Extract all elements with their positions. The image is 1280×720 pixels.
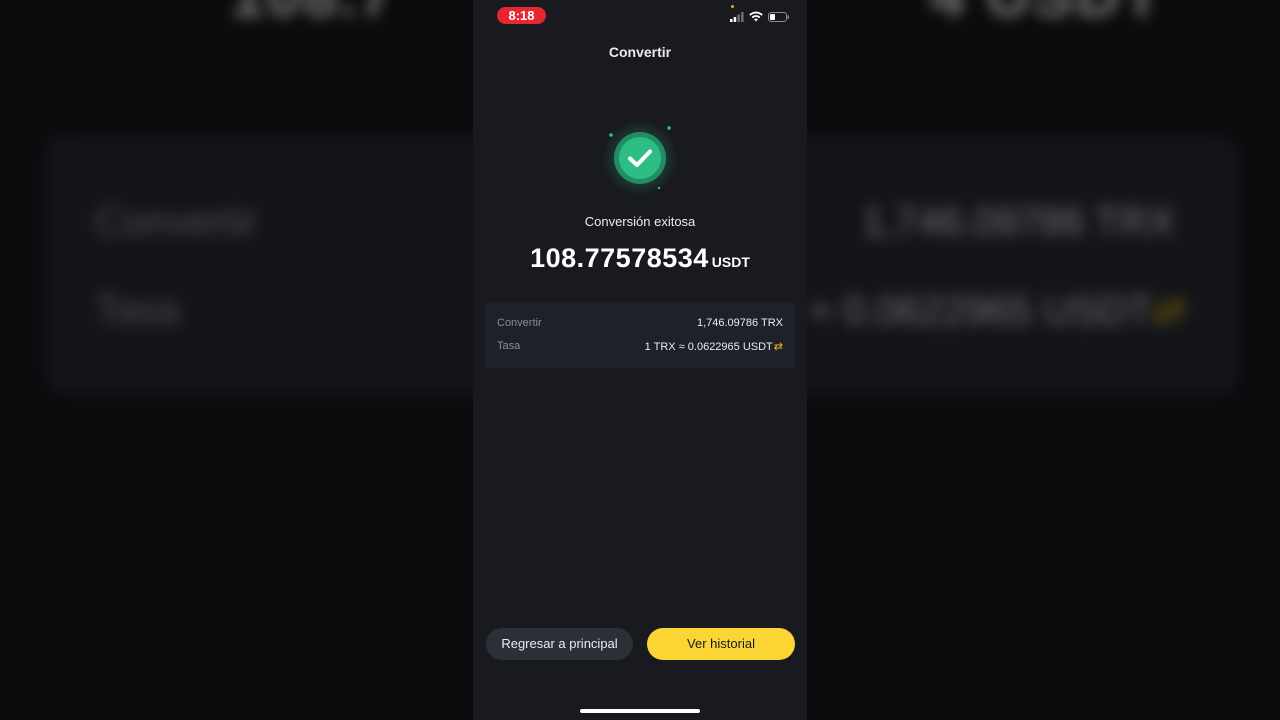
battery-icon — [768, 12, 789, 22]
detail-row-rate: Tasa 1 TRX ≈ 0.0622965 USDT⇄ — [497, 340, 783, 356]
detail-value: 1 TRX ≈ 0.0622965 USDT⇄ — [645, 340, 783, 353]
conversion-details-card: Convertir 1,746.09786 TRX Tasa 1 TRX ≈ 0… — [485, 302, 795, 368]
back-to-home-button[interactable]: Regresar a principal — [486, 628, 633, 660]
status-bar: 8:18 — [473, 0, 807, 32]
bg-amount-left: 108.7 — [230, 0, 395, 31]
wifi-icon — [749, 11, 763, 22]
amount-unit: USDT — [711, 254, 750, 270]
bg-value-rate: ≈ 0.0622965 USDT⇄ — [810, 288, 1186, 334]
camera-indicator-dot — [731, 5, 734, 8]
bg-label-rate: Tasa — [95, 288, 180, 332]
success-check-icon — [602, 120, 678, 196]
bg-value-convert: 1,746.09786 TRX — [862, 200, 1175, 244]
view-history-button[interactable]: Ver historial — [647, 628, 795, 660]
detail-value: 1,746.09786 TRX — [696, 317, 783, 329]
detail-label: Tasa — [497, 340, 521, 352]
bg-value-rate-text: ≈ 0.0622965 USDT — [810, 289, 1153, 333]
rate-text: 1 TRX ≈ 0.0622965 USDT — [644, 341, 773, 353]
status-time: 8:18 — [497, 7, 546, 24]
amount-value: 108.77578534 — [530, 243, 709, 273]
detail-label: Convertir — [497, 317, 542, 329]
swap-rate-icon[interactable]: ⇄ — [774, 341, 783, 353]
signal-icon — [730, 12, 744, 22]
bg-swap-icon: ⇄ — [1152, 289, 1186, 333]
phone-screen: 8:18 Convertir Conversión exitosa 108.77… — [473, 0, 807, 720]
converted-amount: 108.77578534 USDT — [473, 243, 807, 274]
page-title: Convertir — [608, 44, 672, 60]
bg-label-convert: Convertir — [95, 200, 258, 244]
home-indicator[interactable] — [580, 709, 700, 713]
bg-amount-right: 4 USDT — [930, 0, 1162, 31]
conversion-status: Conversión exitosa — [584, 214, 696, 229]
detail-row-convert: Convertir 1,746.09786 TRX — [497, 317, 783, 333]
